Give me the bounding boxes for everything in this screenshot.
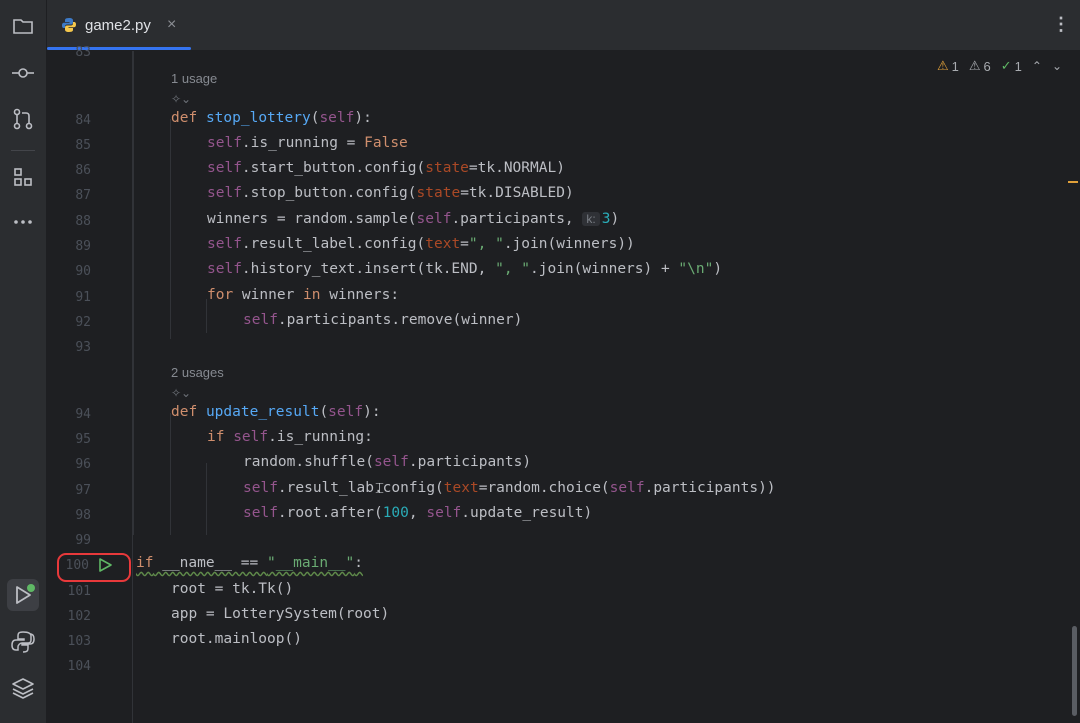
- code-line-97: self.result_lab.config(text=random.choic…: [243, 480, 776, 496]
- line-number: 83: [75, 45, 91, 60]
- check-icon: ✓: [1000, 58, 1012, 73]
- line-number: 89: [75, 239, 91, 254]
- line-number: 103: [67, 634, 91, 649]
- close-tab-icon[interactable]: ×: [167, 16, 176, 34]
- code-line-98: self.root.after(100, self.update_result): [243, 505, 593, 521]
- parameter-hint: k:: [582, 212, 600, 226]
- line-number: 98: [75, 508, 91, 523]
- code-line-94: def update_result(self):: [171, 404, 381, 420]
- code-line-96: random.shuffle(self.participants): [243, 454, 532, 470]
- code-line-92: self.participants.remove(winner): [243, 312, 523, 328]
- typo-count[interactable]: ✓ 1: [1001, 58, 1022, 74]
- line-number: 97: [75, 483, 91, 498]
- indent-guide: [133, 51, 134, 535]
- line-number: 84: [75, 113, 91, 128]
- code-line-100: if __name__ == "__main__":: [136, 555, 364, 571]
- commit-icon[interactable]: [9, 59, 37, 87]
- inspection-widget[interactable]: ⚠ 1 ⚠ 6 ✓ 1 ⌃ ⌄: [937, 58, 1062, 74]
- indent-guide: [170, 413, 171, 535]
- code-line-87: self.stop_button.config(state=tk.DISABLE…: [207, 185, 574, 201]
- more-vertical-icon[interactable]: ⋮: [1052, 14, 1070, 35]
- folder-icon[interactable]: [9, 12, 37, 40]
- layers-icon[interactable]: [9, 674, 37, 702]
- code-line-86: self.start_button.config(state=tk.NORMAL…: [207, 160, 565, 176]
- warning-count-a[interactable]: ⚠ 1: [937, 58, 959, 74]
- line-number: 102: [67, 609, 91, 624]
- code-line-101: root = tk.Tk(): [171, 581, 294, 597]
- code-line-91: for winner in winners:: [207, 287, 400, 303]
- previous-highlight-icon[interactable]: ⌃: [1032, 59, 1042, 73]
- line-number: 87: [75, 188, 91, 203]
- line-number: 85: [75, 138, 91, 153]
- indent-guide: [206, 463, 207, 535]
- line-number: 92: [75, 315, 91, 330]
- line-number: 95: [75, 432, 91, 447]
- run-icon[interactable]: [7, 579, 39, 611]
- tool-window-sidebar: [0, 0, 47, 723]
- ai-actions-icon[interactable]: ✧⌄: [171, 386, 191, 400]
- usages-hint[interactable]: 1 usage: [171, 71, 217, 86]
- scrollbar-warning-marker[interactable]: [1068, 181, 1078, 183]
- line-number: 96: [75, 457, 91, 472]
- line-number: 93: [75, 340, 91, 355]
- line-number: 88: [75, 214, 91, 229]
- code-line-95: if self.is_running:: [207, 429, 373, 445]
- line-number: 91: [75, 290, 91, 305]
- annotation-highlight-box: [57, 553, 131, 582]
- structure-icon[interactable]: [9, 163, 37, 191]
- vertical-scrollbar[interactable]: [1072, 626, 1077, 716]
- usages-hint[interactable]: 2 usages: [171, 365, 224, 380]
- line-number: 94: [75, 407, 91, 422]
- line-number: 90: [75, 264, 91, 279]
- code-line-84: def stop_lottery(self):: [171, 110, 372, 126]
- code-line-89: self.result_label.config(text=", ".join(…: [207, 236, 635, 252]
- indent-guide: [170, 119, 171, 339]
- code-line-85: self.is_running = False: [207, 135, 408, 151]
- tab-game2-py[interactable]: game2.py ×: [47, 0, 191, 50]
- ai-actions-icon[interactable]: ✧⌄: [171, 92, 191, 106]
- next-highlight-icon[interactable]: ⌄: [1052, 59, 1062, 73]
- line-number: 99: [75, 533, 91, 548]
- line-number: 101: [67, 584, 91, 599]
- code-editor[interactable]: ⚠ 1 ⚠ 6 ✓ 1 ⌃ ⌄ 83 84 85 86 87 88 89 90 91 …: [47, 45, 1080, 723]
- warning-count-b[interactable]: ⚠ 6: [969, 58, 991, 74]
- tab-title: game2.py: [85, 17, 151, 34]
- text-cursor-icon: ⌶: [375, 479, 385, 497]
- python-console-icon[interactable]: [9, 628, 37, 656]
- more-icon[interactable]: [9, 208, 37, 236]
- weak-warning-icon: ⚠: [968, 58, 981, 73]
- editor-tab-bar: game2.py × ⋮: [47, 0, 1080, 51]
- indent-guide: [206, 299, 207, 333]
- pull-requests-icon[interactable]: [9, 105, 37, 133]
- warning-icon: ⚠: [936, 58, 949, 73]
- code-line-90: self.history_text.insert(tk.END, ", ".jo…: [207, 261, 723, 277]
- sidebar-divider: [11, 150, 35, 151]
- code-line-103: root.mainloop(): [171, 631, 302, 647]
- line-number: 86: [75, 163, 91, 178]
- python-file-icon: [62, 18, 76, 32]
- code-line-88: winners = random.sample(self.participant…: [207, 211, 620, 227]
- line-number: 104: [67, 659, 91, 674]
- code-line-102: app = LotterySystem(root): [171, 606, 390, 622]
